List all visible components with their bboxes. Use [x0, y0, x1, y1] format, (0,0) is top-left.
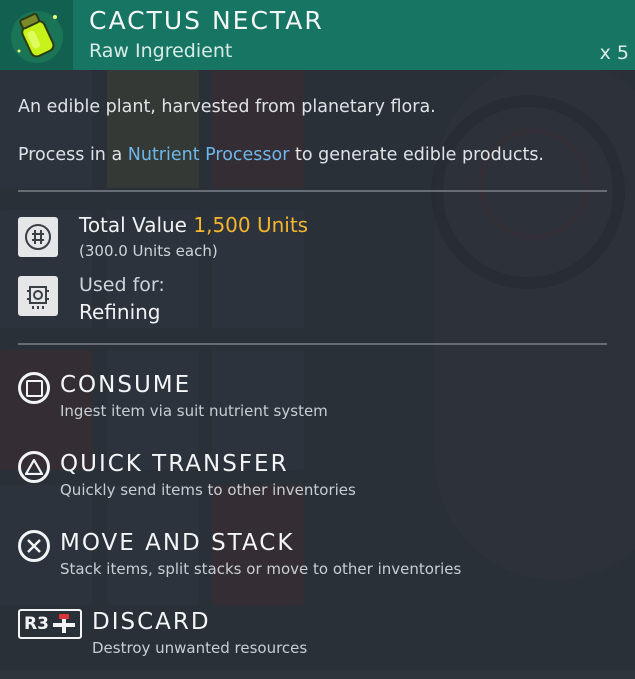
item-quantity: x 5 [599, 42, 629, 64]
quick-transfer-action[interactable]: QUICK TRANSFER Quickly send items to oth… [18, 451, 618, 521]
r3-button-text: R3 [24, 614, 49, 634]
total-value-amount: 1,500 Units [193, 213, 309, 237]
move-and-stack-action[interactable]: MOVE AND STACK Stack items, split stacks… [18, 530, 618, 600]
quick-transfer-label: QUICK TRANSFER [60, 451, 289, 477]
quick-transfer-hint: Quickly send items to other inventories [60, 481, 356, 499]
move-and-stack-label: MOVE AND STACK [60, 530, 295, 556]
divider [18, 343, 607, 345]
consume-label: CONSUME [60, 372, 192, 398]
used-for-value: Refining [79, 300, 161, 324]
cactus-nectar-jar-icon [0, 0, 73, 70]
r3-button-icon: R3 [18, 609, 82, 639]
item-category: Raw Ingredient [89, 40, 233, 62]
consume-action[interactable]: CONSUME Ingest item via suit nutrient sy… [18, 372, 618, 442]
total-value-label: Total Value [79, 213, 187, 237]
used-for-label: Used for: [79, 274, 165, 296]
units-currency-icon [18, 217, 58, 257]
nutrient-processor-link: Nutrient Processor [127, 145, 290, 165]
discard-action[interactable]: R3 DISCARD Destroy unwanted resources [18, 609, 618, 679]
square-button-icon [18, 372, 50, 404]
discard-hint: Destroy unwanted resources [92, 639, 308, 657]
consume-hint: Ingest item via suit nutrient system [60, 402, 328, 420]
description-line: An edible plant, harvested from planetar… [18, 97, 436, 117]
description-process: Process in a Nutrient Processor to gener… [18, 145, 544, 165]
triangle-button-icon [18, 451, 50, 483]
divider [18, 190, 607, 192]
refiner-chip-icon [18, 276, 58, 316]
unit-value: (300.0 Units each) [79, 242, 218, 260]
description-prefix: Process in a [18, 145, 128, 165]
discard-label: DISCARD [92, 609, 211, 635]
item-name: CACTUS NECTAR [89, 6, 324, 35]
total-value: Total Value 1,500 Units [79, 213, 308, 237]
cross-button-icon [18, 530, 50, 562]
item-header: CACTUS NECTAR Raw Ingredient x 5 [0, 0, 635, 70]
description-suffix: to generate edible products. [289, 145, 544, 165]
move-and-stack-hint: Stack items, split stacks or move to oth… [60, 560, 462, 578]
